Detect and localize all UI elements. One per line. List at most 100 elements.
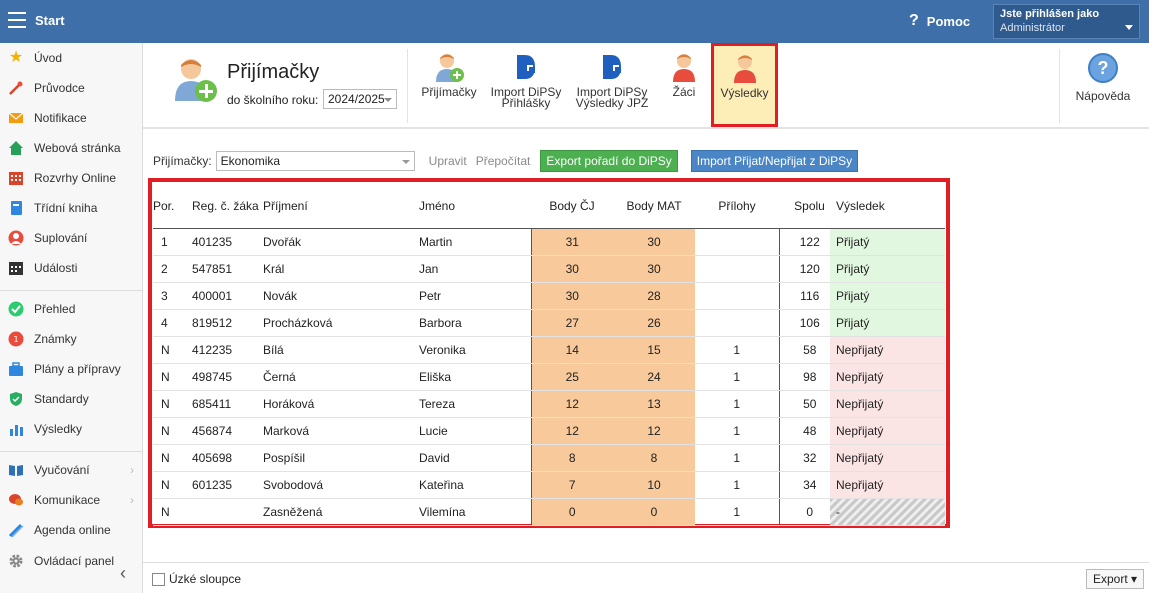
- tab-vysledky-active[interactable]: Výsledky: [711, 43, 778, 127]
- sidebar-item-label: Standardy: [34, 392, 89, 406]
- start-link[interactable]: Start: [35, 13, 65, 28]
- cell-body-cj: 12: [530, 417, 613, 445]
- cell-body-mat: 26: [613, 309, 695, 337]
- col-header-spolu[interactable]: Spolu: [779, 185, 830, 229]
- results-table: Por. Reg. č. žáka Příjmení Jméno Body ČJ…: [153, 185, 945, 526]
- sidebar-item-rozvrhy[interactable]: Rozvrhy Online: [0, 163, 142, 193]
- table-row[interactable]: 1 401235 Dvořák Martin 31 30 122 Přijatý: [153, 228, 945, 256]
- cell-body-cj: 27: [530, 309, 613, 337]
- tab-zaci[interactable]: Žáci: [665, 51, 703, 98]
- sidebar-item-label: Notifikace: [34, 111, 87, 125]
- tab-label-line2: Výsledky JPZ: [575, 96, 649, 110]
- cell-vysledek: Nepřijatý: [830, 363, 945, 391]
- table-row[interactable]: N 498745 Černá Eliška 25 24 1 98 Nepřijatý: [153, 363, 945, 391]
- sidebar-item-notifikace[interactable]: Notifikace: [0, 103, 142, 133]
- tab-label: Přijímačky: [421, 85, 477, 99]
- sidebar-item-tridni-kniha[interactable]: Třídní kniha: [0, 193, 142, 223]
- export-order-button[interactable]: Export pořadí do DiPSy: [540, 150, 678, 172]
- col-header-reg[interactable]: Reg. č. žáka: [186, 185, 259, 229]
- tab-vysledky[interactable]: Výsledky: [714, 52, 775, 99]
- cell-body-mat: 10: [613, 471, 695, 499]
- help-button[interactable]: ? Nápověda: [1061, 53, 1145, 103]
- sidebar-item-uvod[interactable]: ★ Úvod: [0, 43, 142, 73]
- recalculate-link[interactable]: Přepočítat: [476, 154, 531, 168]
- cell-body-cj: 30: [530, 255, 613, 283]
- table-row[interactable]: 4 819512 Procházková Barbora 27 26 106 Přijatý: [153, 309, 945, 337]
- cell-jmeno: David: [419, 444, 531, 472]
- sidebar-item-standardy[interactable]: Standardy: [0, 384, 142, 414]
- sidebar-item-agenda[interactable]: Agenda online: [0, 515, 142, 545]
- narrow-columns-checkbox[interactable]: Úzké sloupce: [152, 572, 241, 586]
- calendar-icon: [8, 260, 24, 276]
- table-row[interactable]: 2 547851 Král Jan 30 30 120 Přijatý: [153, 255, 945, 283]
- sidebar-item-znamky[interactable]: 1 Známky: [0, 324, 142, 354]
- cell-spolu: 122: [779, 228, 830, 256]
- sidebar-item-plany[interactable]: Plány a přípravy: [0, 354, 142, 384]
- cell-reg-cislo: 400001: [186, 282, 259, 310]
- year-label: do školního roku:: [227, 93, 319, 107]
- col-header-por[interactable]: Por.: [153, 185, 186, 229]
- col-header-prijmeni[interactable]: Příjmení: [259, 185, 419, 229]
- cell-reg-cislo: 456874: [186, 417, 259, 445]
- cell-spolu: 32: [779, 444, 830, 472]
- admission-select[interactable]: Ekonomika: [215, 151, 415, 171]
- year-select[interactable]: 2024/2025: [323, 89, 397, 109]
- tab-prijimacky[interactable]: Přijímačky: [421, 51, 477, 98]
- sidebar-item-label: Výsledky: [34, 422, 83, 436]
- table-row[interactable]: N 685411 Horáková Tereza 12 13 1 50 Nepřijatý: [153, 390, 945, 418]
- col-header-body-cj[interactable]: Body ČJ: [531, 185, 613, 229]
- sidebar-item-vysledky[interactable]: Výsledky: [0, 414, 142, 444]
- cell-vysledek: Nepřijatý: [830, 444, 945, 472]
- cell-body-mat: 8: [613, 444, 695, 472]
- table-row[interactable]: N Zasněžená Vilemína 0 0 1 0-: [153, 498, 945, 526]
- sidebar-item-prehled[interactable]: Přehled: [0, 294, 142, 324]
- sidebar-item-label: Úvod: [34, 51, 63, 65]
- cell-body-mat: 15: [613, 336, 695, 364]
- hamburger-menu-icon[interactable]: [8, 12, 26, 28]
- dipsy-logo-icon: [597, 51, 627, 83]
- col-header-jmeno[interactable]: Jméno: [419, 185, 531, 229]
- narrow-columns-label: Úzké sloupce: [169, 572, 242, 586]
- sidebar-item-suplovani[interactable]: Suplování: [0, 223, 142, 253]
- col-header-vysledek[interactable]: Výsledek: [830, 185, 945, 229]
- cell-prilohy: 1: [695, 363, 780, 391]
- cell-poradi: 4: [153, 309, 186, 337]
- col-header-body-mat[interactable]: Body MAT: [613, 185, 695, 229]
- book-icon: [8, 200, 24, 216]
- table-row[interactable]: N 412235 Bílá Veronika 14 15 1 58 Nepřijatý: [153, 336, 945, 364]
- cell-reg-cislo: 819512: [186, 309, 259, 337]
- cell-body-cj: 31: [530, 228, 613, 256]
- cell-prilohy: 1: [695, 336, 780, 364]
- checkbox-box[interactable]: [152, 572, 165, 586]
- export-dropdown-button[interactable]: Export ▾: [1086, 569, 1145, 589]
- cell-body-cj: 14: [530, 336, 613, 364]
- cell-poradi: N: [153, 336, 186, 364]
- cell-poradi: N: [153, 444, 186, 472]
- sidebar-item-pruvodce[interactable]: Průvodce: [0, 73, 142, 103]
- cell-poradi: N: [153, 498, 186, 526]
- cell-reg-cislo: 405698: [186, 444, 259, 472]
- table-row[interactable]: N 456874 Marková Lucie 12 12 1 48 Nepřijatý: [153, 417, 945, 445]
- sidebar-item-vyucovani[interactable]: Vyučování ›: [0, 455, 142, 485]
- cell-prijmeni: Novák: [259, 282, 419, 310]
- table-row[interactable]: N 601235 Svobodová Kateřina 7 10 1 34 Nepřijatý: [153, 471, 945, 499]
- col-header-prilohy[interactable]: Přílohy: [695, 185, 779, 229]
- collapse-sidebar-icon[interactable]: ‹: [120, 563, 126, 584]
- cell-body-cj: 8: [530, 444, 613, 472]
- cell-vysledek: Přijatý: [830, 309, 945, 337]
- import-status-button[interactable]: Import Přijat/Nepřijat z DiPSy: [690, 150, 859, 172]
- sidebar-item-udalosti[interactable]: Události: [0, 253, 142, 283]
- cell-poradi: N: [153, 390, 186, 418]
- sidebar-item-webova-stranka[interactable]: Webová stránka: [0, 133, 142, 163]
- table-row[interactable]: 3 400001 Novák Petr 30 28 116 Přijatý: [153, 282, 945, 310]
- edit-link[interactable]: Upravit: [429, 154, 467, 168]
- help-link[interactable]: ? Pomoc: [909, 12, 970, 30]
- tab-import-dipsy-prihlasky[interactable]: Import DiPSy Přihlášky: [489, 51, 563, 109]
- user-menu[interactable]: Jste přihlášen jako Administrátor: [993, 4, 1140, 39]
- tab-import-dipsy-vysledky[interactable]: Import DiPSy Výsledky JPZ: [574, 51, 650, 109]
- table-row[interactable]: N 405698 Pospíšil David 8 8 1 32 Nepřijatý: [153, 444, 945, 472]
- ribbon-divider: [1059, 49, 1060, 123]
- ribbon-divider: [407, 49, 408, 123]
- sidebar-item-komunikace[interactable]: Komunikace ›: [0, 485, 142, 515]
- calendar-grid-icon: [8, 170, 24, 186]
